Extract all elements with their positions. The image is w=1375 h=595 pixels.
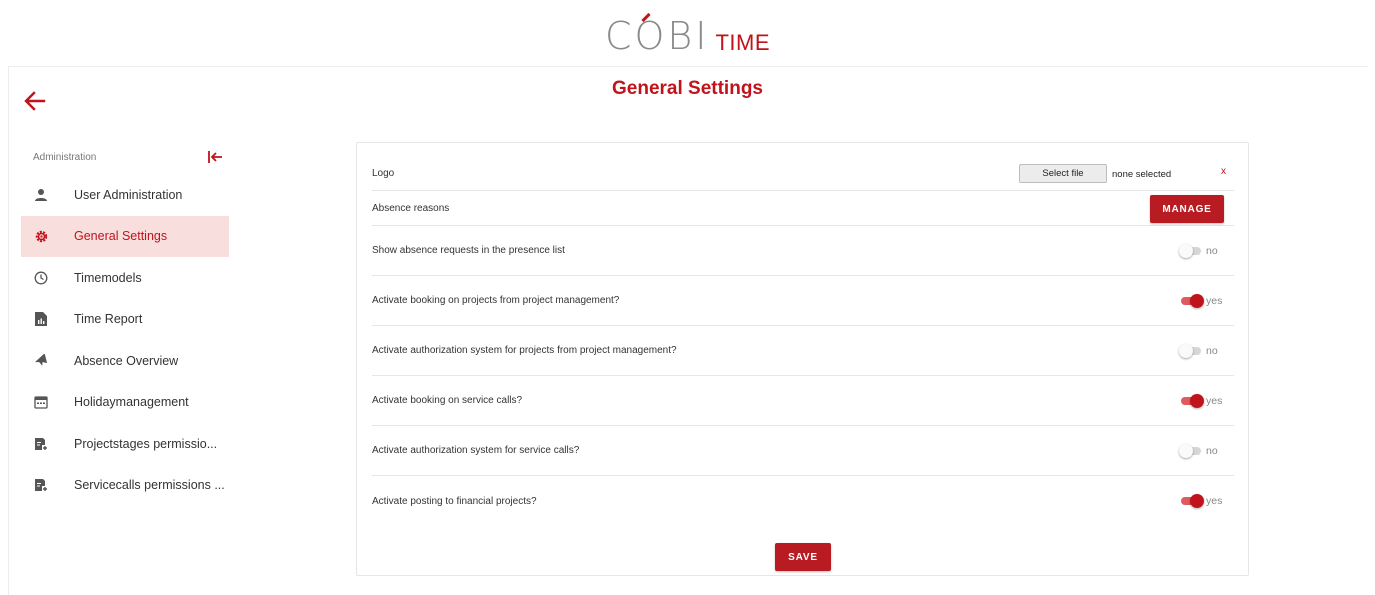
setting-row: Activate posting to financial projects? … (372, 476, 1234, 526)
user-icon (33, 187, 49, 203)
setting-label: Activate posting to financial projects? (372, 495, 537, 507)
permission-icon (33, 477, 49, 493)
toggle-state: yes (1206, 495, 1223, 507)
toggle-state: no (1206, 244, 1218, 257)
sidebar-item-label: Time Report (74, 312, 143, 327)
toggle-thumb (1179, 343, 1193, 358)
setting-row: Show absence requests in the presence li… (372, 226, 1234, 276)
toggle-switch[interactable] (1179, 393, 1204, 408)
permission-icon (33, 436, 49, 452)
airplane-icon (33, 353, 49, 369)
toggle-state: no (1206, 344, 1218, 357)
toggle-state: yes (1206, 394, 1223, 407)
toggle-wrap: no (1179, 443, 1224, 458)
setting-label: Activate authorization system for projec… (372, 345, 677, 356)
toggle-thumb (1190, 393, 1204, 408)
toggle-wrap: no (1179, 243, 1224, 258)
setting-row: Activate booking on projects from projec… (372, 276, 1234, 326)
calendar-icon (33, 394, 49, 410)
toggle-switch[interactable] (1179, 343, 1203, 358)
gear-icon (33, 228, 49, 244)
setting-row: Activate authorization system for servic… (372, 426, 1234, 476)
sidebar-item-label: General Settings (74, 229, 168, 244)
sidebar-item-absence-overview[interactable]: Absence Overview (21, 340, 229, 382)
toggle-switch[interactable] (1179, 443, 1203, 458)
toggle-wrap: yes (1179, 293, 1224, 308)
sidebar-section-label: Administration (33, 152, 97, 163)
toggle-switch[interactable] (1179, 243, 1203, 258)
toggle-thumb (1190, 494, 1204, 508)
sidebar-item-label: Timemodels (74, 270, 142, 285)
sidebar: Administration User Administration Gener… (21, 140, 229, 506)
toggle-wrap: yes (1179, 393, 1224, 408)
brand-accent-mark (641, 12, 651, 23)
setting-row: Activate booking on service calls? yes (372, 376, 1234, 426)
save-button[interactable]: SAVE (775, 543, 831, 571)
settings-panel: Logo Select file none selected x Absence… (356, 142, 1249, 576)
sidebar-item-timemodels[interactable]: Timemodels (21, 257, 229, 299)
brand-sub: TIME (715, 30, 771, 55)
page-title: General Settings (612, 78, 763, 99)
clear-file-button[interactable]: x (1221, 166, 1226, 177)
sidebar-item-user-administration[interactable]: User Administration (21, 174, 229, 216)
sidebar-item-projectstages-permissions[interactable]: Projectstages permissio... (21, 423, 229, 465)
clock-icon (33, 270, 49, 286)
sidebar-item-holidaymanagement[interactable]: Holidaymanagement (21, 382, 229, 424)
sidebar-item-label: User Administration (74, 187, 183, 202)
sidebar-item-time-report[interactable]: Time Report (21, 299, 229, 341)
sidebar-header: Administration (21, 140, 229, 174)
sidebar-item-general-settings[interactable]: General Settings (21, 215, 229, 257)
collapse-left-icon[interactable] (206, 148, 224, 166)
toggle-state: no (1206, 444, 1218, 457)
toggle-state: yes (1206, 294, 1223, 307)
brand-name: COBI (604, 12, 710, 58)
sidebar-item-label: Absence Overview (74, 353, 179, 368)
setting-label: Activate booking on projects from projec… (372, 295, 620, 306)
absence-reasons-row: Absence reasons (372, 191, 1234, 226)
setting-label: Show absence requests in the presence li… (372, 245, 565, 256)
setting-label: Activate authorization system for servic… (372, 445, 580, 456)
select-file-button[interactable]: Select file (1019, 164, 1107, 183)
sidebar-item-label: Projectstages permissio... (74, 436, 218, 451)
report-icon (33, 311, 49, 327)
toggle-thumb (1190, 293, 1204, 308)
toggle-wrap: yes (1179, 494, 1224, 508)
absence-reasons-label: Absence reasons (372, 202, 450, 214)
brand-logo: COBI TIME (0, 12, 1375, 62)
setting-row: Activate authorization system for projec… (372, 326, 1234, 376)
sidebar-item-label: Servicecalls permissions ... (74, 478, 225, 493)
toggle-thumb (1179, 243, 1193, 258)
toggle-thumb (1179, 443, 1193, 458)
sidebar-item-servicecalls-permissions[interactable]: Servicecalls permissions ... (21, 465, 229, 507)
manage-absence-reasons-button[interactable]: MANAGE (1150, 195, 1224, 223)
setting-label: Activate booking on service calls? (372, 395, 523, 406)
file-status: none selected (1112, 169, 1172, 180)
toggle-wrap: no (1179, 343, 1224, 358)
toggle-switch[interactable] (1179, 494, 1204, 508)
toggle-switch[interactable] (1179, 293, 1204, 308)
sidebar-item-label: Holidaymanagement (74, 395, 189, 410)
